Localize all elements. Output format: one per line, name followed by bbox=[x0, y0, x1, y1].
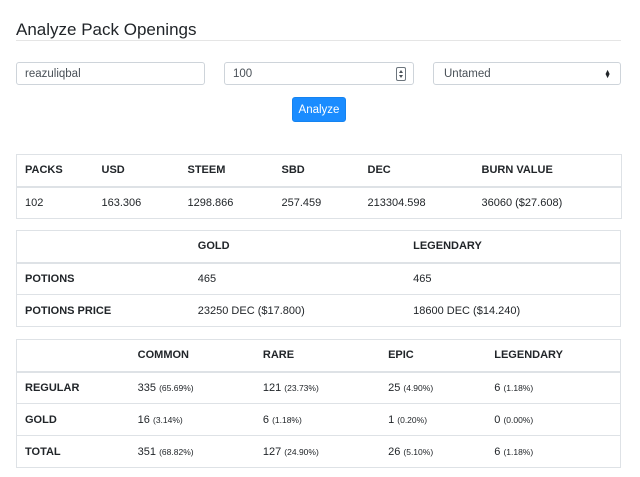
chevron-updown-icon: ▲ ▼ bbox=[604, 69, 611, 80]
row-header: REGULAR bbox=[16, 371, 130, 404]
column-header: LEGENDARY bbox=[486, 339, 621, 373]
summary-table: PACKS USD STEEM SBD DEC BURN VALUE 102 1… bbox=[16, 154, 622, 219]
table-cell: 102 bbox=[16, 186, 94, 219]
table-cell: 127 (24.90%) bbox=[254, 435, 381, 468]
row-header: GOLD bbox=[16, 403, 130, 436]
count-value: 25 bbox=[388, 381, 401, 394]
pack-count-field[interactable] bbox=[224, 62, 414, 85]
rarity-table: COMMON RARE EPIC LEGENDARY REGULAR 335 (… bbox=[16, 339, 621, 468]
percent-value: (3.14%) bbox=[152, 414, 183, 425]
percent-value: (1.18%) bbox=[503, 446, 534, 457]
row-header: TOTAL bbox=[16, 435, 130, 468]
username-field[interactable] bbox=[16, 62, 205, 85]
count-value: 0 bbox=[494, 413, 501, 426]
table-cell: 25 (4.90%) bbox=[380, 371, 487, 404]
table-row: 102 163.306 1298.866 257.459 213304.598 … bbox=[16, 186, 622, 219]
column-header: BURN VALUE bbox=[473, 154, 622, 188]
column-header: USD bbox=[93, 154, 180, 188]
analyze-button[interactable]: Analyze bbox=[292, 97, 346, 122]
count-value: 121 bbox=[262, 381, 282, 394]
column-header: STEEM bbox=[179, 154, 274, 188]
table-cell: 465 bbox=[405, 262, 621, 295]
table-cell: 465 bbox=[189, 262, 406, 295]
table-cell: 16 (3.14%) bbox=[129, 403, 255, 436]
table-row: POTIONS 465 465 bbox=[16, 262, 621, 295]
percent-value: (0.00%) bbox=[503, 414, 534, 425]
table-cell: 18600 DEC ($14.240) bbox=[405, 294, 621, 327]
count-value: 351 bbox=[137, 445, 157, 458]
table-row: GOLD 16 (3.14%) 6 (1.18%) 1 (0.20%) 0 (0… bbox=[16, 403, 621, 436]
column-header: PACKS bbox=[16, 154, 94, 188]
percent-value: (68.82%) bbox=[159, 446, 194, 457]
percent-value: (23.73%) bbox=[284, 382, 319, 393]
row-header: POTIONS PRICE bbox=[16, 294, 190, 327]
table-cell: 351 (68.82%) bbox=[129, 435, 255, 468]
percent-value: (0.20%) bbox=[397, 414, 428, 425]
column-header: DEC bbox=[359, 154, 474, 188]
table-cell: 213304.598 bbox=[359, 186, 474, 219]
table-header-row: COMMON RARE EPIC LEGENDARY bbox=[16, 339, 621, 373]
table-row: TOTAL 351 (68.82%) 127 (24.90%) 26 (5.10… bbox=[16, 435, 621, 468]
table-header-row: GOLD LEGENDARY bbox=[16, 230, 621, 264]
count-value: 6 bbox=[494, 445, 501, 458]
row-header: POTIONS bbox=[16, 262, 190, 295]
count-value: 26 bbox=[388, 445, 401, 458]
column-header: SBD bbox=[273, 154, 360, 188]
table-header-row: PACKS USD STEEM SBD DEC BURN VALUE bbox=[16, 154, 622, 188]
title-divider bbox=[16, 40, 621, 41]
stepper-down-icon[interactable] bbox=[399, 75, 403, 78]
table-cell: 1 (0.20%) bbox=[380, 403, 487, 436]
count-value: 6 bbox=[494, 381, 501, 394]
edition-selected-value: Untamed bbox=[444, 68, 491, 80]
percent-value: (4.90%) bbox=[403, 382, 434, 393]
column-header: RARE bbox=[254, 339, 381, 373]
table-cell: 6 (1.18%) bbox=[486, 435, 621, 468]
stepper-icon[interactable] bbox=[396, 67, 406, 81]
percent-value: (5.10%) bbox=[403, 446, 434, 457]
table-cell: 6 (1.18%) bbox=[254, 403, 381, 436]
column-header: COMMON bbox=[129, 339, 255, 373]
table-cell: 0 (0.00%) bbox=[486, 403, 621, 436]
column-header bbox=[16, 339, 130, 373]
count-value: 16 bbox=[137, 413, 150, 426]
page-title: Analyze Pack Openings bbox=[16, 20, 197, 40]
table-cell: 163.306 bbox=[93, 186, 180, 219]
count-value: 6 bbox=[262, 413, 269, 426]
column-header: LEGENDARY bbox=[405, 230, 621, 264]
count-value: 127 bbox=[262, 445, 282, 458]
table-cell: 26 (5.10%) bbox=[380, 435, 487, 468]
table-cell: 6 (1.18%) bbox=[486, 371, 621, 404]
potions-table: GOLD LEGENDARY POTIONS 465 465 POTIONS P… bbox=[16, 230, 621, 327]
table-cell: 257.459 bbox=[273, 186, 360, 219]
table-cell: 121 (23.73%) bbox=[254, 371, 381, 404]
pack-count-input[interactable] bbox=[225, 63, 413, 84]
column-header: GOLD bbox=[189, 230, 406, 264]
table-cell: 1298.866 bbox=[179, 186, 274, 219]
edition-select[interactable]: Untamed ▲ ▼ bbox=[433, 62, 621, 85]
stepper-up-icon[interactable] bbox=[399, 70, 403, 73]
percent-value: (1.18%) bbox=[272, 414, 302, 425]
percent-value: (65.69%) bbox=[159, 382, 194, 393]
table-cell: 23250 DEC ($17.800) bbox=[189, 294, 406, 327]
count-value: 1 bbox=[388, 413, 395, 426]
count-value: 335 bbox=[137, 381, 157, 394]
column-header: EPIC bbox=[380, 339, 487, 373]
percent-value: (1.18%) bbox=[503, 382, 534, 393]
table-cell: 36060 ($27.608) bbox=[473, 186, 622, 219]
percent-value: (24.90%) bbox=[284, 446, 319, 457]
column-header bbox=[16, 230, 190, 264]
table-row: REGULAR 335 (65.69%) 121 (23.73%) 25 (4.… bbox=[16, 371, 621, 404]
table-row: POTIONS PRICE 23250 DEC ($17.800) 18600 … bbox=[16, 294, 621, 327]
table-cell: 335 (65.69%) bbox=[129, 371, 255, 404]
username-input[interactable] bbox=[17, 63, 204, 84]
